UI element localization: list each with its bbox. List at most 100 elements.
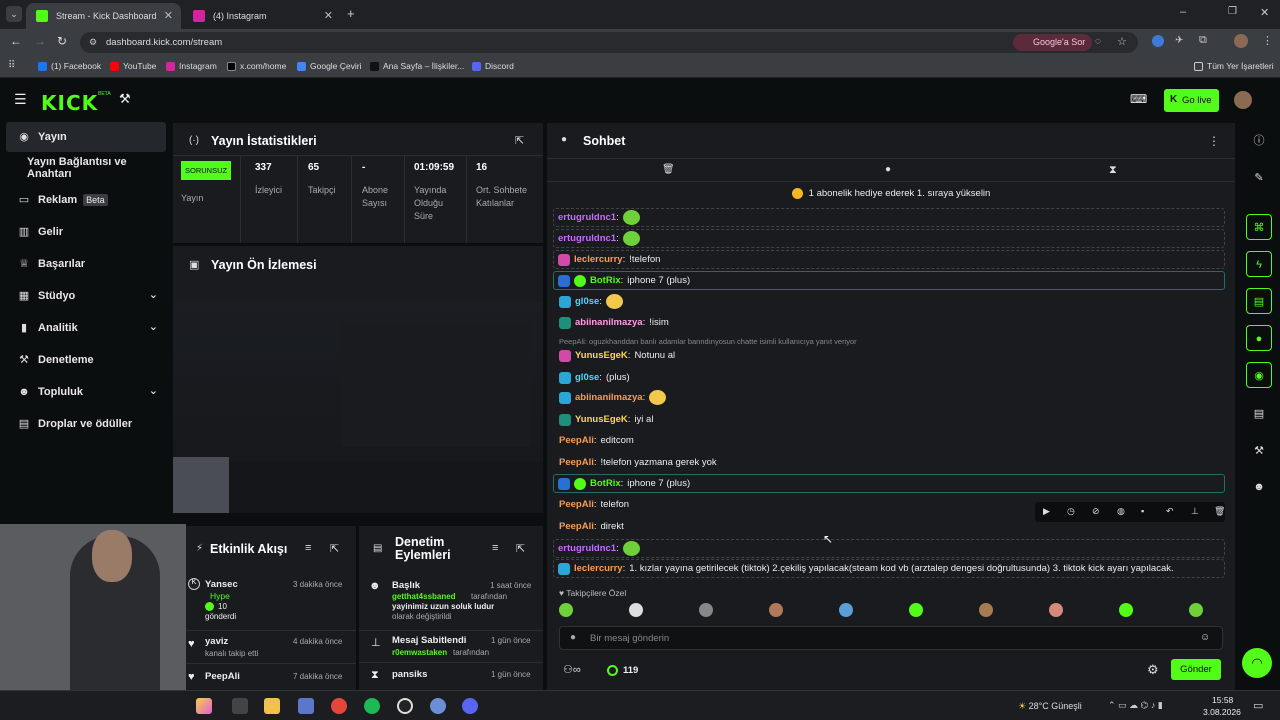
chat-username[interactable]: BotRix	[590, 275, 621, 286]
pin-icon[interactable]: ⊥	[1191, 506, 1199, 517]
chat-message[interactable]: abiinanilmazya: !isim	[559, 313, 1223, 332]
clock-icon[interactable]: ◷	[1067, 506, 1075, 517]
emote-icon[interactable]	[629, 603, 643, 617]
chat-icon[interactable]: ●	[885, 164, 891, 175]
sidebar-item-gelir[interactable]: ▥ Gelir	[6, 217, 166, 247]
bookmark-facebook[interactable]: (1) Facebook	[38, 61, 101, 71]
sidebar-item-stream-key[interactable]: Yayın Bağlantısı ve Anahtarı	[6, 153, 166, 183]
chat-username[interactable]: ertugruldnc1	[558, 212, 616, 223]
bookmark-youtube[interactable]: YouTube	[110, 61, 156, 71]
sidebar-item-reklam[interactable]: ▭ Reklam Beta	[6, 185, 166, 215]
chat-input[interactable]: ● Bir mesaj gönderin ☺	[559, 626, 1223, 650]
chat-username[interactable]: leclercurry	[574, 254, 623, 265]
chat-settings-icon[interactable]: ⚙	[1147, 662, 1159, 678]
user-settings-icon[interactable]: ⚇∞	[563, 663, 581, 676]
chat-message[interactable]: ertugruldnc1:	[553, 539, 1225, 558]
chat-username[interactable]: gl0se	[575, 296, 599, 307]
sidebar-item-topluluk[interactable]: ☻ Topluluk ⌄	[6, 377, 166, 407]
bot-message[interactable]: BotRix: iphone 7 (plus)	[553, 474, 1225, 493]
emote-icon[interactable]	[909, 603, 923, 617]
close-tab-icon[interactable]: ✕	[324, 9, 333, 22]
stream-preview-video[interactable]	[173, 302, 543, 513]
emote-icon[interactable]	[839, 603, 853, 617]
chat-message[interactable]: leclercurry: !telefon	[553, 250, 1225, 269]
clock-date[interactable]: 3.08.2026	[1203, 707, 1241, 717]
file-explorer-icon[interactable]	[264, 698, 280, 714]
back-icon[interactable]: ←	[10, 34, 22, 48]
chat-message[interactable]: leclercurry:1. kızlar yayına getirilecek…	[553, 559, 1225, 578]
chat-message[interactable]: ertugruldnc1:	[553, 208, 1225, 227]
forward-icon[interactable]: →	[34, 34, 46, 48]
bookmark-google-translate[interactable]: Google Çeviri	[297, 61, 362, 71]
chat-username[interactable]: ertugruldnc1	[558, 233, 616, 244]
weather-widget[interactable]: ☀ 28°C Güneşli	[1018, 701, 1082, 712]
sidebar-item-basarilar[interactable]: ♕ Başarılar	[6, 249, 166, 279]
tab-instagram[interactable]: (4) Instagram ✕	[183, 3, 341, 29]
hamburger-menu-icon[interactable]: ☰	[14, 91, 27, 108]
reply-icon[interactable]: ◍	[1117, 506, 1125, 517]
wrench-icon[interactable]: ⚒	[1246, 438, 1272, 464]
bookmark-x[interactable]: x.com/home	[227, 61, 286, 71]
chat-username[interactable]: YunusEgeK	[575, 414, 628, 425]
emote-icon[interactable]	[699, 603, 713, 617]
chat-message[interactable]: PeepAli: !telefon yazmana gerek yok	[559, 453, 1223, 472]
send-button[interactable]: Gönder	[1171, 659, 1221, 680]
chat-username[interactable]: abiinanilmazya	[575, 392, 643, 403]
undo-icon[interactable]: ↶	[1166, 506, 1174, 517]
google-lens-button[interactable]: Google'a Sor	[1013, 34, 1093, 51]
focus-mode-icon[interactable]: ⌘	[1246, 214, 1272, 240]
sidebar-item-denetleme[interactable]: ⚒ Denetleme	[6, 345, 166, 375]
notes-icon[interactable]: ▤	[1246, 288, 1272, 314]
chat-message[interactable]: PeepAli: editcom	[559, 431, 1223, 450]
keyboard-icon[interactable]: ⌨	[1130, 92, 1147, 106]
tray-icons[interactable]: ⌃ ▭ ☁ ⌬ ♪ ▮	[1108, 700, 1163, 711]
user-avatar[interactable]	[1234, 91, 1252, 109]
support-chat-button[interactable]: ◠	[1242, 648, 1272, 678]
subscription-promo[interactable]: 1 abonelik hediye ederek 1. sıraya yükse…	[547, 188, 1235, 202]
delete-icon[interactable]: 🗑	[1214, 506, 1225, 517]
kick-logo[interactable]: KICK	[41, 91, 98, 115]
emoji-picker-icon[interactable]: ☺	[1200, 632, 1210, 643]
bookmark-ana-sayfa[interactable]: Ana Sayfa – İlişkiler...	[370, 61, 464, 71]
settings-icon[interactable]	[430, 698, 446, 714]
new-tab-button[interactable]: +	[347, 6, 355, 21]
chat-icon[interactable]: ●	[1246, 325, 1272, 351]
reload-icon[interactable]: ↻	[57, 34, 67, 48]
chat-username[interactable]: PeepAli	[559, 521, 594, 532]
bookmark-star-icon[interactable]: ☆	[1117, 35, 1127, 48]
apps-grid-icon[interactable]: ⠿	[8, 60, 15, 71]
popout-icon[interactable]: ⇱	[516, 542, 525, 555]
extensions-puzzle-icon[interactable]: ⧉	[1199, 34, 1207, 47]
chrome-icon[interactable]	[331, 698, 347, 714]
emote-icon[interactable]	[1049, 603, 1063, 617]
bookmark-instagram[interactable]: Instagram	[166, 61, 217, 71]
bookmark-discord[interactable]: Discord	[472, 61, 514, 71]
emote-icon[interactable]	[769, 603, 783, 617]
site-info-icon[interactable]: ⚙	[89, 37, 97, 48]
all-bookmarks[interactable]: Tüm Yer İşaretleri	[1194, 61, 1274, 71]
play-icon[interactable]: ▶	[1043, 506, 1050, 517]
chat-username[interactable]: YunusEgeK	[575, 350, 628, 361]
emote-icon[interactable]	[1189, 603, 1203, 617]
bot-message[interactable]: BotRix: iphone 7 (plus)	[553, 271, 1225, 290]
trash-icon[interactable]: 🗑	[662, 164, 675, 175]
clock-time[interactable]: 15:58	[1212, 695, 1233, 705]
ban-icon[interactable]: ⊘	[1092, 506, 1100, 517]
app-icon[interactable]	[298, 698, 314, 714]
copilot-icon[interactable]	[196, 698, 212, 714]
emote-icon[interactable]	[559, 603, 573, 617]
info-icon[interactable]: ⓘ	[1246, 128, 1272, 154]
sidebar-item-studyo[interactable]: ▦ Stüdyo ⌄	[6, 281, 166, 311]
discord-icon[interactable]	[462, 698, 478, 714]
chat-message[interactable]: ertugruldnc1:	[553, 229, 1225, 248]
sidebar-item-analitik[interactable]: ▮ Analitik ⌄	[6, 313, 166, 343]
tab-list-menu-icon[interactable]: ⌄	[6, 6, 22, 22]
edit-icon[interactable]: ✎	[1246, 165, 1272, 191]
chat-username[interactable]: ertugruldnc1	[558, 543, 616, 554]
close-window-button[interactable]: ✕	[1260, 6, 1269, 19]
url-bar[interactable]: ⚙ dashboard.kick.com/stream Google'a Sor…	[80, 32, 1138, 53]
chat-username[interactable]: abiinanilmazya	[575, 317, 643, 328]
chat-message[interactable]: abiinanilmazya:	[559, 388, 1223, 407]
popout-icon[interactable]: ⇱	[330, 542, 339, 555]
chat-message[interactable]: gl0se:	[559, 292, 1223, 311]
